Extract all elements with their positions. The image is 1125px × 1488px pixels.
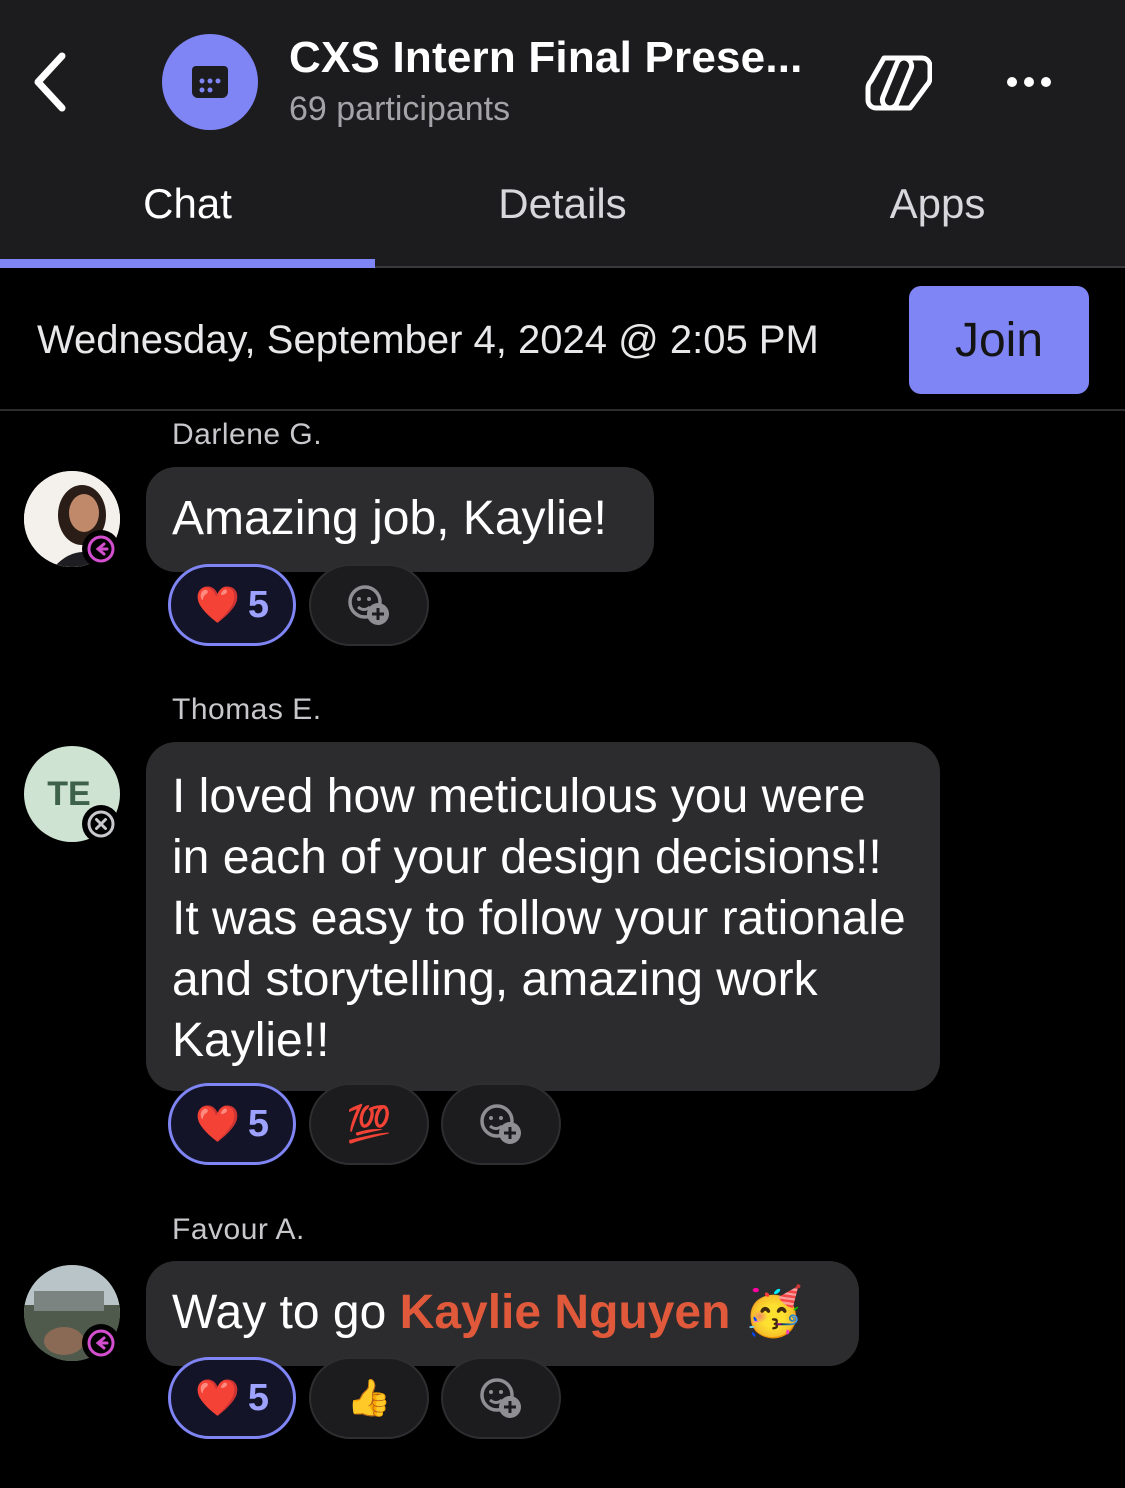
presence-badge xyxy=(82,805,120,843)
chat-title[interactable]: CXS Intern Final Prese... xyxy=(289,33,819,83)
sender-name: Favour A. xyxy=(172,1213,305,1246)
tab-details[interactable]: Details xyxy=(375,180,750,240)
add-reaction-icon xyxy=(480,1104,521,1144)
reaction-count: 5 xyxy=(247,1102,269,1145)
calendar-icon xyxy=(192,66,228,98)
more-options-button[interactable] xyxy=(996,60,1062,104)
tab-apps[interactable]: Apps xyxy=(750,180,1125,240)
add-reaction-button[interactable] xyxy=(309,564,429,646)
message-text: I loved how meticulous you were in each … xyxy=(172,770,906,1067)
add-reaction-icon xyxy=(480,1378,521,1418)
copilot-button[interactable] xyxy=(858,48,936,118)
chevron-left-icon xyxy=(34,52,66,112)
reaction-hundred[interactable]: 💯 xyxy=(309,1083,429,1165)
reaction-heart[interactable]: ❤️ 5 xyxy=(168,564,296,646)
mention-link[interactable]: Kaylie Nguyen xyxy=(400,1286,731,1339)
hundred-points-emoji-icon: 💯 xyxy=(346,1103,392,1144)
heart-emoji-icon: ❤️ xyxy=(195,584,240,625)
active-tab-indicator xyxy=(0,259,375,268)
heart-emoji-icon: ❤️ xyxy=(195,1103,240,1144)
join-button[interactable]: Join xyxy=(909,286,1089,394)
message-bubble[interactable]: I loved how meticulous you were in each … xyxy=(146,742,940,1091)
add-reaction-icon xyxy=(348,585,389,625)
sender-name: Darlene G. xyxy=(172,418,323,451)
message-text: Way to go xyxy=(172,1286,400,1339)
ellipsis-icon xyxy=(1007,77,1017,87)
meeting-datetime: Wednesday, September 4, 2024 @ 2:05 PM xyxy=(37,318,819,362)
participant-count[interactable]: 69 participants xyxy=(289,90,510,129)
add-reaction-button[interactable] xyxy=(441,1357,561,1439)
thumbs-up-emoji-icon: 👍 xyxy=(346,1377,392,1418)
sender-name: Thomas E. xyxy=(172,693,322,726)
reaction-heart[interactable]: ❤️ 5 xyxy=(168,1357,296,1439)
reaction-count: 5 xyxy=(247,583,269,626)
presence-badge xyxy=(82,530,120,568)
meeting-avatar xyxy=(162,34,258,130)
offline-status-icon xyxy=(87,810,115,838)
heart-emoji-icon: ❤️ xyxy=(195,1377,240,1418)
tab-chat[interactable]: Chat xyxy=(0,180,375,240)
copilot-icon xyxy=(865,55,932,111)
presence-badge xyxy=(82,1324,120,1362)
message-text: Amazing job, Kaylie! xyxy=(172,492,607,545)
reaction-heart[interactable]: ❤️ 5 xyxy=(168,1083,296,1165)
away-status-icon xyxy=(87,535,115,563)
away-status-icon xyxy=(87,1329,115,1357)
avatar-initials: TE xyxy=(47,774,91,813)
add-reaction-button[interactable] xyxy=(441,1083,561,1165)
back-button[interactable] xyxy=(20,44,80,120)
reaction-count: 5 xyxy=(247,1376,269,1419)
header-bar: CXS Intern Final Prese... 69 participant… xyxy=(0,0,1125,268)
reaction-thumbs-up[interactable]: 👍 xyxy=(309,1357,429,1439)
meeting-banner: Wednesday, September 4, 2024 @ 2:05 PM J… xyxy=(0,268,1125,411)
message-bubble[interactable]: Amazing job, Kaylie! xyxy=(146,467,654,572)
message-bubble[interactable]: Way to go Kaylie Nguyen 🥳 xyxy=(146,1261,859,1366)
message-text-end: 🥳 xyxy=(730,1286,804,1339)
